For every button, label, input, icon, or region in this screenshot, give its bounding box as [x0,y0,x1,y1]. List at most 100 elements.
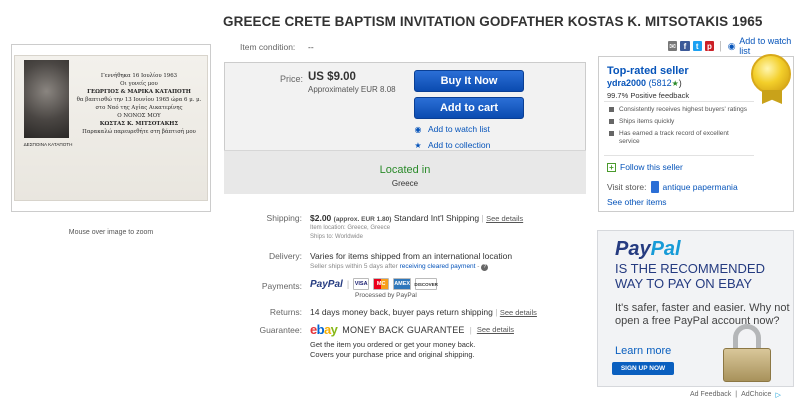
twitter-icon[interactable]: t [692,41,702,51]
returns-see-details[interactable]: See details [500,308,537,317]
collection-label[interactable]: Add to collection [428,140,490,150]
adchoice-link[interactable]: AdChoice [741,391,771,399]
paypal-logo-pay: Pay [615,238,651,260]
mastercard-icon: MC [373,278,390,290]
guarantee-label: Guarantee: [259,325,302,335]
ships-to: Ships to: Worldwide [310,234,363,240]
top-rated-medal-icon [751,54,791,94]
shipping-see-details[interactable]: See details [486,214,523,223]
seller-bullet-text: Ships items quickly [619,118,675,125]
eye-icon: ◉ [414,124,422,134]
eye-icon: ◉ [727,40,736,51]
card-line: ΚΩΣΤΑΣ Κ. ΜΙΤΣΟΤΑΚΗΣ [99,121,179,127]
seller-bullet-text: Has earned a track record of excellent s… [619,130,729,145]
paypal-logo: PayPal [310,278,343,290]
card-line: θα βαπτισθώ την 13 Ιουνίου 1965 ώρα 6 μ.… [76,97,202,103]
cleared-payment-link[interactable]: receiving cleared payment [400,263,476,270]
guarantee-line-1: Get the item you ordered or get your mon… [310,340,476,349]
zoom-hint: Mouse over image to zoom [68,229,154,236]
divider [604,101,754,102]
returns-label: Returns: [269,307,302,317]
card-child-name: ΔΕΣΠΟΙΝΑ ΚΑΤΑΠΟΤΗ [23,142,73,147]
email-icon[interactable]: ✉ [668,41,678,51]
ad-learn-more[interactable]: Learn more [615,345,671,357]
divider: | [719,40,722,52]
invitation-text: Γεννήθηκα 16 Ιουλίου 1963 Οι γονείς μου … [74,72,204,136]
seller-bullet-text: Consistently receives highest buyers' ra… [619,106,748,113]
follow-seller[interactable]: + Follow this seller [607,162,683,172]
store-link[interactable]: antique papermania [663,182,738,192]
add-to-cart-button[interactable]: Add to cart [414,97,524,119]
condition-value: -- [308,42,314,52]
discover-icon: DISCOVER [414,278,438,290]
child-portrait [24,60,69,138]
adchoice-icon[interactable]: ▷ [775,391,780,399]
guarantee-row: ebay MONEY BACK GUARANTEE | See details [310,322,514,337]
ad-feedback-link[interactable]: Ad Feedback [690,391,731,399]
card-line: Οι γονείς μου [120,81,158,87]
price-value: US $9.00 [308,71,356,83]
item-title: GREECE CRETE BAPTISM INVITATION GODFATHE… [223,14,763,29]
payment-methods: PayPal | VISA MC AMEX DISCOVER [310,278,438,290]
facebook-icon[interactable]: f [680,41,690,51]
condition-label: Item condition: [240,42,296,52]
seller-bullet: Has earned a track record of excellent s… [609,130,749,145]
guarantee-see-details[interactable]: See details [477,325,514,334]
share-bar: ✉ f t p | ◉ Add to watch list [668,36,800,56]
ad-footer: Ad Feedback | AdChoice ▷ [690,391,781,399]
add-to-watch-list-link[interactable]: Add to watch list [739,36,800,56]
price-label: Price: [280,74,304,84]
delivery-note-prefix: Seller ships within 5 days after [310,263,398,270]
paypal-ad-logo: PayPal [615,238,681,261]
padlock-body [723,348,771,382]
top-rated-seller-label: Top-rated seller [607,65,689,77]
seller-info: ydra2000 (5812★) [607,78,682,88]
delivery-note-suffix: - [477,263,480,270]
located-label: Located in [379,164,431,176]
located-value: Greece [391,179,419,188]
delivery-label: Delivery: [268,251,302,261]
shipping-cost: $2.00 [310,213,332,223]
paypal-logo-pal: Pal [650,238,681,260]
ebay-logo: ebay [310,322,338,337]
item-location: Item location: Greece, Greece [310,225,391,231]
delivery-text: Varies for items shipped from an interna… [310,251,513,261]
see-other-items-link[interactable]: See other items [607,197,667,207]
follow-seller-link[interactable]: Follow this seller [620,162,683,172]
returns-row: 14 days money back, buyer pays return sh… [310,307,537,317]
add-to-collection-link[interactable]: ★ Add to collection [414,140,490,150]
card-line: Παρακαλώ παρευρεθήτε στη βάπτισή μου [82,129,196,135]
visit-store: Visit store: antique papermania [607,181,738,193]
ad-headline: IS THE RECOMMENDED WAY TO PAY ON EBAY [615,261,765,291]
price-approx: Approximately EUR 8.08 [308,85,396,94]
store-icon [650,181,659,193]
processed-by-paypal: Processed by PayPal [355,292,417,299]
buy-it-now-button[interactable]: Buy It Now [414,70,524,92]
shipping-row: $2.00 (approx. EUR 1.80) Standard Int'l … [310,213,524,223]
seller-name-link[interactable]: ydra2000 [607,78,646,88]
payments-label: Payments: [261,281,302,291]
card-line: στο Ναό της Αγίας Αικατερίνης [95,105,183,111]
seller-bullet: Consistently receives highest buyers' ra… [609,106,749,114]
card-line: Ο ΝΟΝΟΣ ΜΟΥ [117,113,161,119]
feedback-star-icon: ★ [671,79,679,88]
money-back-guarantee: MONEY BACK GUARANTEE [342,324,465,335]
feedback-score-link[interactable]: (5812 [649,78,672,88]
feedback-score-end: ) [678,78,682,88]
watch-list-link[interactable]: ◉ Add to watch list [414,124,490,134]
returns-text: 14 days money back, buyer pays return sh… [310,307,493,317]
pinterest-icon[interactable]: p [704,41,715,51]
guarantee-line-2: Covers your purchase price and original … [310,350,475,359]
visit-store-label: Visit store: [607,182,647,192]
positive-feedback: 99.7% Positive feedback [607,91,690,100]
plus-icon: + [607,162,616,172]
star-icon: ★ [414,140,422,150]
shipping-label: Shipping: [266,213,302,223]
help-icon[interactable]: ? [481,264,489,271]
divider [604,155,754,156]
amex-icon: AMEX [393,278,412,290]
shipping-approx: (approx. EUR 1.80) [333,216,392,223]
sign-up-now-button[interactable]: SIGN UP NOW [612,362,674,375]
watch-list-label[interactable]: Add to watch list [428,124,490,134]
visa-icon: VISA [353,278,370,290]
